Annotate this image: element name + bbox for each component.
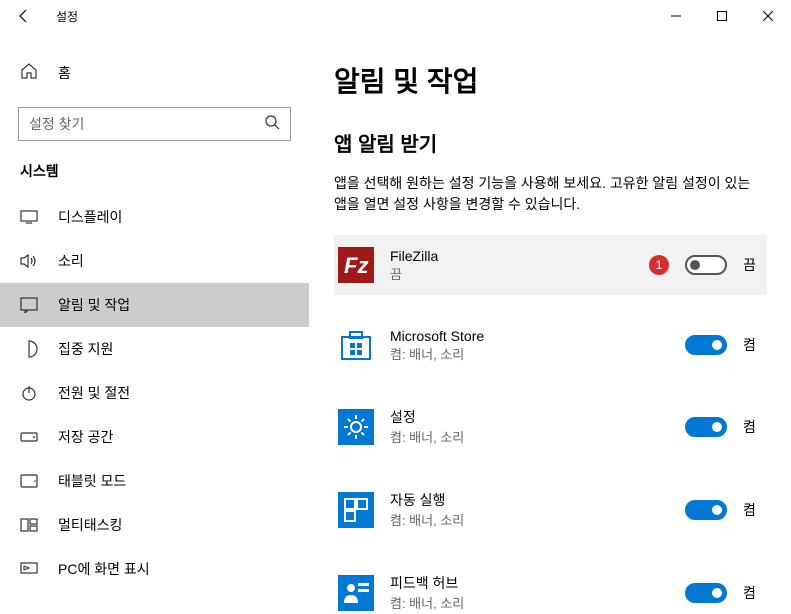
app-icon-autoplay	[338, 492, 374, 528]
toggle-autoplay[interactable]	[685, 500, 727, 520]
toggle-msstore[interactable]	[685, 335, 727, 355]
toggle-settings[interactable]	[685, 417, 727, 437]
toggle-label: 끔	[743, 255, 763, 275]
search-input[interactable]	[29, 116, 264, 132]
nav-label: 집중 지원	[58, 339, 113, 359]
tablet-icon	[20, 472, 38, 490]
app-icon-msstore	[338, 327, 374, 363]
app-row-autoplay[interactable]: 자동 실행 켬: 배너, 소리 켬	[334, 478, 767, 541]
toggle-label: 켬	[743, 417, 763, 437]
nav-label: 저장 공간	[58, 427, 113, 447]
close-button[interactable]	[745, 0, 791, 32]
nav-label: 소리	[58, 251, 84, 271]
home-icon	[20, 62, 38, 83]
titlebar: 설정	[0, 0, 791, 32]
app-icon-feedback	[338, 575, 374, 611]
sidebar-item-focus[interactable]: 집중 지원	[0, 327, 309, 371]
nav-label: PC에 화면 표시	[58, 559, 150, 579]
sound-icon	[20, 252, 38, 270]
app-name: 설정	[390, 407, 669, 427]
app-sub: 켬: 배너, 소리	[390, 593, 669, 612]
svg-text:Fz: Fz	[344, 253, 368, 278]
multitask-icon	[20, 516, 38, 534]
focus-icon	[20, 340, 38, 358]
minimize-button[interactable]	[653, 0, 699, 32]
sidebar-item-power[interactable]: 전원 및 절전	[0, 371, 309, 415]
category-label: 시스템	[0, 161, 309, 195]
app-list: Fz FileZilla 끔 1 끔 Microsoft Store 켬: 배너…	[334, 235, 767, 614]
app-name: Microsoft Store	[390, 328, 669, 344]
notification-icon	[20, 296, 38, 314]
window-title: 설정	[56, 8, 78, 25]
toggle-label: 켬	[743, 335, 763, 355]
toggle-label: 켬	[743, 583, 763, 603]
sidebar-item-tablet[interactable]: 태블릿 모드	[0, 459, 309, 503]
section-description: 앱을 선택해 원하는 설정 기능을 사용해 보세요. 고유한 알림 설정이 있는…	[334, 173, 767, 215]
power-icon	[20, 384, 38, 402]
section-title: 앱 알림 받기	[334, 128, 767, 157]
app-sub: 끔	[390, 264, 633, 283]
maximize-button[interactable]	[699, 0, 745, 32]
sidebar-item-project[interactable]: PC에 화면 표시	[0, 547, 309, 591]
nav-label: 태블릿 모드	[58, 471, 126, 491]
nav-label: 디스플레이	[58, 207, 122, 227]
home-nav[interactable]: 홈	[0, 52, 309, 93]
main-content: 알림 및 작업 앱 알림 받기 앱을 선택해 원하는 설정 기능을 사용해 보세…	[310, 32, 791, 614]
nav-label: 알림 및 작업	[58, 295, 130, 315]
app-row-feedback[interactable]: 피드백 허브 켬: 배너, 소리 켬	[334, 561, 767, 614]
storage-icon	[20, 428, 38, 446]
back-button[interactable]	[8, 0, 40, 32]
window-controls	[653, 0, 791, 32]
sidebar: 홈 시스템 디스플레이 소리 알림 및 작업	[0, 32, 310, 614]
app-row-settings[interactable]: 설정 켬: 배너, 소리 켬	[334, 395, 767, 458]
toggle-label: 켬	[743, 500, 763, 520]
nav-label: 전원 및 절전	[58, 383, 130, 403]
sidebar-item-multitask[interactable]: 멀티태스킹	[0, 503, 309, 547]
app-row-filezilla[interactable]: Fz FileZilla 끔 1 끔	[334, 235, 767, 295]
annotation-badge: 1	[649, 255, 669, 275]
app-icon-filezilla: Fz	[338, 247, 374, 283]
page-title: 알림 및 작업	[334, 60, 767, 100]
display-icon	[20, 208, 38, 226]
sidebar-item-notifications[interactable]: 알림 및 작업	[0, 283, 309, 327]
toggle-feedback[interactable]	[685, 583, 727, 603]
toggle-filezilla[interactable]	[685, 255, 727, 275]
app-row-msstore[interactable]: Microsoft Store 켬: 배너, 소리 켬	[334, 315, 767, 375]
home-label: 홈	[58, 63, 71, 83]
app-sub: 켬: 배너, 소리	[390, 510, 669, 529]
nav-label: 멀티태스킹	[58, 515, 122, 535]
app-sub: 켬: 배너, 소리	[390, 344, 669, 363]
project-icon	[20, 560, 38, 578]
app-name: FileZilla	[390, 248, 633, 264]
app-icon-settings	[338, 409, 374, 445]
app-sub: 켬: 배너, 소리	[390, 427, 669, 446]
sidebar-item-sound[interactable]: 소리	[0, 239, 309, 283]
search-icon	[264, 114, 280, 135]
app-name: 피드백 허브	[390, 573, 669, 593]
app-name: 자동 실행	[390, 490, 669, 510]
sidebar-item-display[interactable]: 디스플레이	[0, 195, 309, 239]
search-box[interactable]	[18, 107, 291, 141]
sidebar-item-storage[interactable]: 저장 공간	[0, 415, 309, 459]
